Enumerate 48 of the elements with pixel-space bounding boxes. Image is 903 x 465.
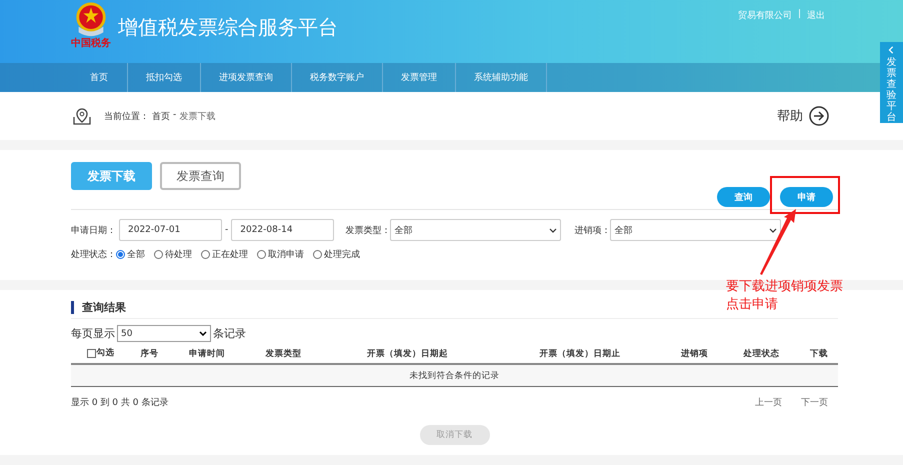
separator-text: |: [798, 9, 801, 21]
page-size-label: 每页显示: [71, 326, 115, 341]
site-title: 增值税发票综合服务平台: [118, 14, 338, 41]
field-label: 进销项：: [574, 224, 610, 236]
emblem-icon: [75, 2, 107, 38]
chevron-down-icon: [769, 228, 778, 232]
location-icon: [73, 107, 91, 125]
page-size-select[interactable]: 50: [117, 325, 211, 342]
breadcrumb-separator: -: [173, 110, 176, 122]
radio-button[interactable]: [116, 250, 125, 259]
radio-button[interactable]: [257, 250, 266, 259]
chevron-down-icon: [549, 228, 558, 232]
field-label: 处理状态：: [71, 248, 116, 261]
next-page-link[interactable]: 下一页: [801, 396, 828, 409]
radio-button[interactable]: [154, 250, 163, 259]
radio-button[interactable]: [201, 250, 210, 259]
date-field[interactable]: 2022-08-14: [231, 219, 334, 241]
radio-label[interactable]: 处理完成: [324, 248, 360, 261]
empty-message: 未找到符合条件的记录: [71, 364, 838, 386]
breadcrumb-link[interactable]: 首页: [152, 110, 170, 122]
checkbox[interactable]: [86, 348, 96, 358]
highlight-frame: [770, 176, 840, 214]
help-link[interactable]: 帮助: [777, 106, 829, 126]
chevron-left-icon: [888, 46, 895, 54]
tab[interactable]: 发票查询: [160, 162, 241, 190]
breadcrumb-current: 发票下载: [179, 110, 216, 122]
date-field[interactable]: 2022-07-01: [119, 219, 222, 241]
radio-label[interactable]: 全部: [127, 248, 145, 261]
field-label: 申请日期：: [71, 224, 116, 236]
logo-text: 中国税务: [71, 38, 111, 50]
chevron-down-icon: [199, 331, 207, 336]
breadcrumb-label: 当前位置：: [104, 110, 149, 122]
range-dash: -: [225, 225, 228, 235]
radio-button[interactable]: [313, 250, 322, 259]
arrow-circle-icon: [809, 106, 829, 126]
radio-label[interactable]: 待处理: [165, 248, 192, 261]
prev-page-link[interactable]: 上一页: [755, 396, 782, 409]
annotation-text: 要下载进项销项发票: [726, 278, 843, 296]
radio-label[interactable]: 正在处理: [212, 248, 248, 261]
select-field[interactable]: 全部: [390, 219, 562, 241]
company-name: 贸易有限公司: [738, 10, 792, 22]
field-label: 发票类型：: [345, 224, 390, 236]
page-size-suffix: 条记录: [213, 326, 246, 341]
select-field[interactable]: 全部: [610, 219, 782, 241]
record-summary: 显示 0 到 0 共 0 条记录: [71, 396, 168, 409]
annotation-text: 点击申请: [726, 296, 779, 314]
side-tab[interactable]: 发票查验平台: [880, 42, 903, 123]
radio-label[interactable]: 取消申请: [268, 248, 304, 261]
